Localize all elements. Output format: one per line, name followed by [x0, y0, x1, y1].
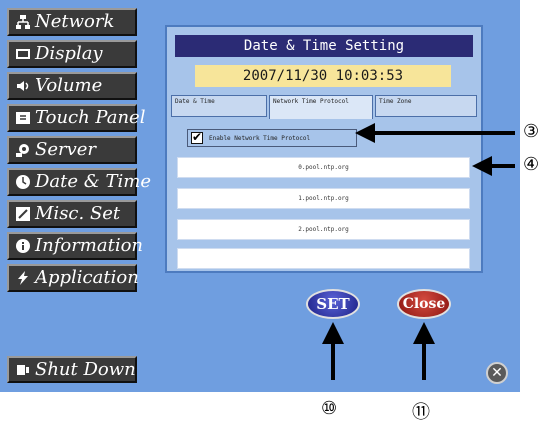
- shutdown-icon: [17, 364, 29, 375]
- network-icon: [16, 15, 30, 29]
- menu-network-label: Network: [35, 11, 115, 32]
- dialog-title: Date & Time Setting: [175, 35, 473, 57]
- menu-application-button[interactable]: Application: [7, 264, 139, 292]
- server-icon: [16, 144, 29, 157]
- ntp-enable-checkbox[interactable]: [191, 130, 203, 144]
- tab-network-time-protocol[interactable]: Network Time Protocol: [269, 95, 373, 119]
- clock-icon: [16, 175, 30, 189]
- shutdown-label: Shut Down: [35, 358, 136, 380]
- ntp-enable-row[interactable]: Enable Network Time Protocol: [187, 129, 357, 147]
- menu-touch-panel-label: Touch Panel: [35, 107, 146, 128]
- ntp-server-field-2[interactable]: 1.pool.ntp.org: [177, 188, 470, 209]
- set-button[interactable]: SET: [306, 289, 360, 319]
- screen: Network Display Volume Touch Panel Serve…: [0, 0, 520, 392]
- ntp-server-field-4[interactable]: [177, 248, 470, 269]
- menu-misc-set-label: Misc. Set: [35, 203, 121, 224]
- tab-ntp-label: Network Time Protocol: [273, 98, 349, 105]
- misc-icon: [16, 207, 30, 221]
- menu-information-label: Information: [35, 235, 144, 256]
- tab-date-time[interactable]: Date & Time: [171, 95, 267, 117]
- menu-information-button[interactable]: Information: [7, 232, 143, 260]
- menu-server-label: Server: [35, 139, 97, 160]
- callout-3: ③: [523, 121, 540, 142]
- display-icon: [16, 49, 30, 59]
- callout-10: ⑩: [321, 398, 338, 419]
- tab-date-time-label: Date & Time: [175, 98, 215, 105]
- shutdown-button[interactable]: Shut Down: [7, 356, 137, 383]
- lightning-icon: [18, 271, 28, 285]
- ntp-server-field-3[interactable]: 2.pool.ntp.org: [177, 219, 470, 240]
- menu-volume-label: Volume: [35, 75, 103, 96]
- menu-misc-set-button[interactable]: Misc. Set: [7, 200, 137, 228]
- menu-display-label: Display: [35, 43, 103, 64]
- speaker-icon: [17, 81, 29, 91]
- menu-date-time-button[interactable]: Date & Time: [7, 168, 151, 196]
- date-time-panel: Date & Time Setting 2007/11/30 10:03:53 …: [165, 25, 483, 273]
- info-icon: [16, 239, 30, 253]
- callout-11: ⑪: [412, 402, 430, 423]
- tab-time-zone[interactable]: Time Zone: [375, 95, 477, 117]
- ntp-enable-label: Enable Network Time Protocol: [209, 134, 311, 142]
- current-time-display: 2007/11/30 10:03:53: [195, 65, 451, 87]
- tab-time-zone-label: Time Zone: [379, 98, 412, 105]
- exit-icon[interactable]: ✕: [486, 362, 508, 384]
- menu-application-label: Application: [35, 267, 139, 288]
- close-button[interactable]: Close: [397, 289, 451, 319]
- menu-network-button[interactable]: Network: [7, 8, 137, 36]
- callout-4: ④: [523, 154, 540, 175]
- menu-server-button[interactable]: Server: [7, 136, 137, 164]
- ntp-server-field-1[interactable]: 0.pool.ntp.org: [177, 157, 470, 178]
- menu-date-time-label: Date & Time: [35, 171, 151, 192]
- touch-panel-icon: [16, 112, 30, 124]
- menu-display-button[interactable]: Display: [7, 40, 137, 68]
- menu-touch-panel-button[interactable]: Touch Panel: [7, 104, 145, 132]
- menu-volume-button[interactable]: Volume: [7, 72, 137, 100]
